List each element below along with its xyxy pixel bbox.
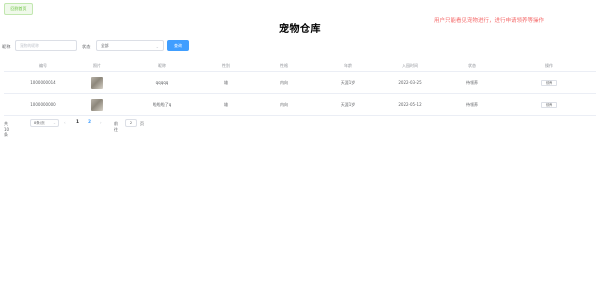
pet-photo [72,94,122,115]
column-header-date: 入园时间 [402,62,418,68]
table-header: 编号 照片 昵称 性别 性格 年龄 入园时间 状态 操作 [4,60,596,72]
pet-temper: 内向 [280,79,288,85]
column-header-name: 昵称 [158,62,166,68]
pet-date: 2022-03-25 [398,80,422,85]
column-header-id: 编号 [39,62,47,68]
search-button[interactable]: 查询 [167,40,189,51]
pet-action-cell: 领养 [502,72,596,93]
pet-photo-image [91,76,103,89]
pet-date: 2022-05-12 [398,102,422,107]
adopt-button[interactable]: 领养 [541,79,557,86]
column-header-photo: 照片 [93,62,101,68]
column-header-status: 状态 [468,62,476,68]
notice-text: 用户只能看见宠物进行，进行申请领养等操作 [434,18,545,24]
status-filter-label: 状态 [82,44,91,49]
pet-gender: 雄 [224,101,228,107]
name-search-input[interactable]: 宠物的昵称 [15,40,77,51]
pet-table: 编号 照片 昵称 性别 性格 年龄 入园时间 状态 操作 1000000014 … [4,60,596,116]
back-home-button[interactable]: 回到首页 [4,3,33,15]
pagination-total: 共 10 条 [4,121,10,137]
page-number-2[interactable]: 2 [88,120,91,125]
prev-page-button[interactable]: ‹ [64,120,66,125]
pet-name: qqqqq [155,80,169,85]
goto-page-input[interactable]: 2 [125,119,137,127]
name-filter-label: 昵称 [2,44,11,49]
table-row: 1000000014 qqqqq 雄 内向 天涯1岁 2022-03-25 待领… [4,72,596,94]
pet-gender: 雄 [224,79,228,85]
pet-photo [72,72,122,93]
column-header-action: 操作 [545,62,553,68]
next-page-button[interactable]: › [100,120,102,125]
pet-age: 天涯1岁 [340,79,356,85]
adopt-button[interactable]: 领养 [541,101,557,108]
status-select-value: 全部 [101,43,109,48]
column-header-age: 年龄 [344,62,352,68]
pet-id: 1000000014 [30,80,56,85]
pet-id: 1000000000 [30,102,56,107]
chevron-down-icon: ⌄ [52,121,56,125]
pet-status: 待领养 [466,101,478,107]
goto-suffix: 页 [140,121,144,126]
page-size-select[interactable]: 8条/页 ⌄ [30,119,59,127]
column-header-temper: 性格 [280,62,288,68]
pet-name: 啦啦啦了q [152,101,172,107]
pet-status: 待领养 [466,79,478,85]
pet-photo-image [91,98,103,111]
chevron-down-icon: ⌄ [155,44,159,49]
status-select[interactable]: 全部 ⌄ [96,40,164,51]
pet-temper: 内向 [280,101,288,107]
column-header-gender: 性别 [222,62,230,68]
page-number-1[interactable]: 1 [76,120,79,125]
pet-age: 天涯1岁 [340,101,356,107]
goto-label: 前往 [114,121,118,132]
page-size-value: 8条/页 [34,121,45,125]
table-row: 1000000000 啦啦啦了q 雄 内向 天涯1岁 2022-05-12 待领… [4,94,596,116]
pet-action-cell: 领养 [502,94,596,115]
